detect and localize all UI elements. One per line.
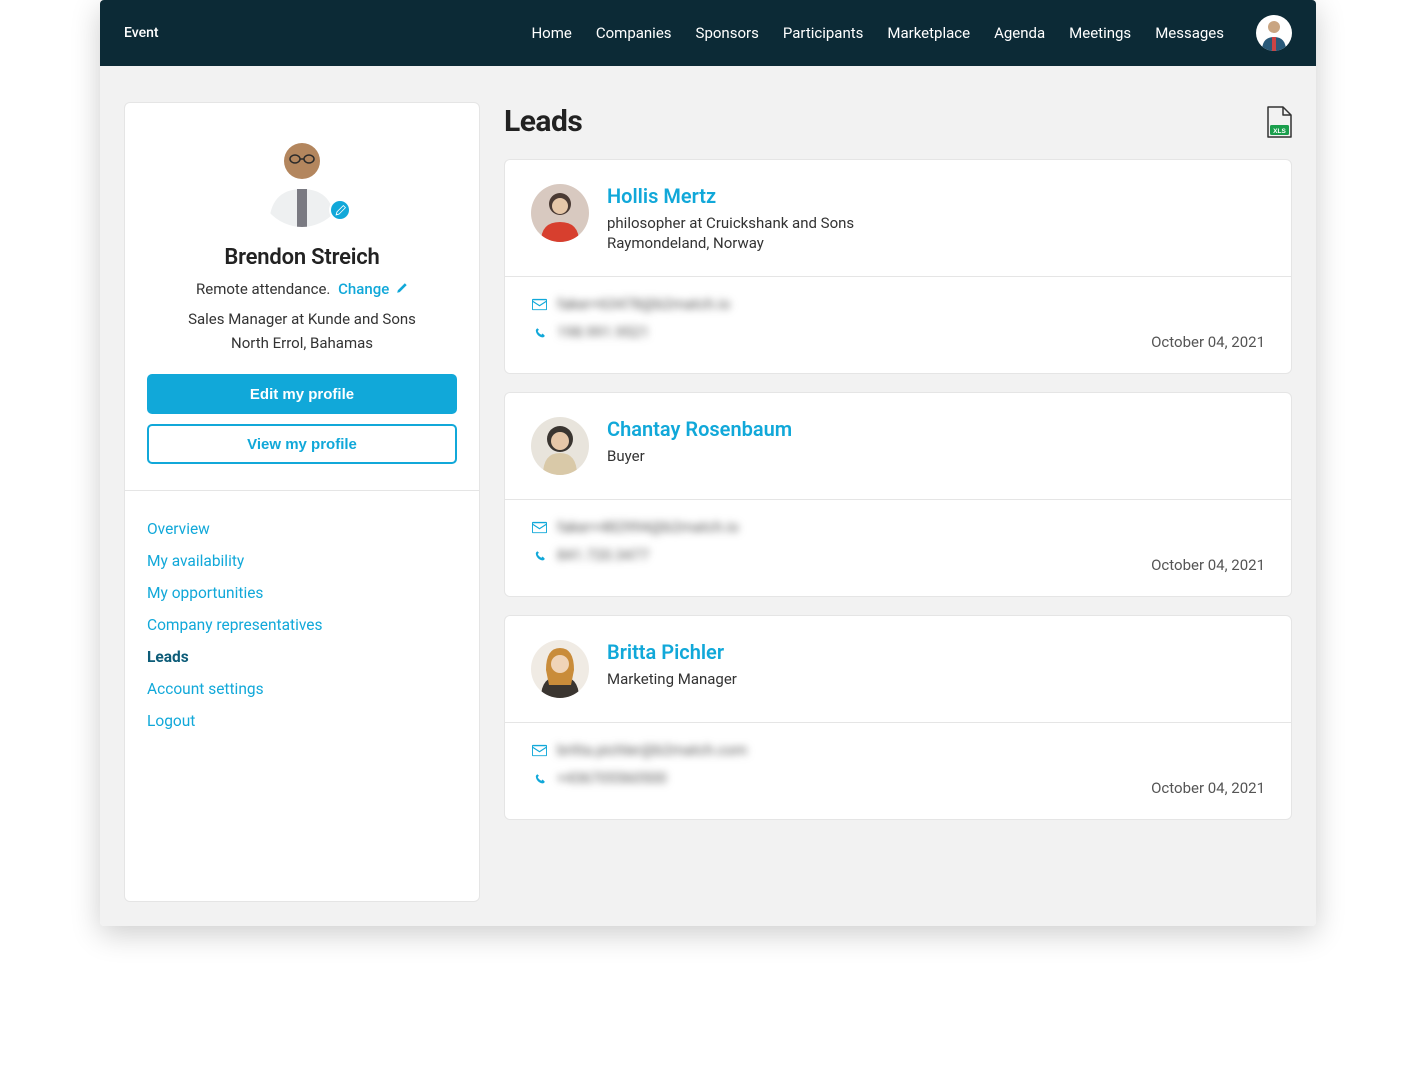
sidebar-menu: Overview My availability My opportunitie… [125,491,479,767]
sidebar-item-opportunities[interactable]: My opportunities [147,577,457,609]
lead-email: britta.pichler@b2match.com [557,741,747,759]
nav-participants[interactable]: Participants [783,24,864,42]
phone-icon [531,326,547,339]
avatar [531,417,589,475]
lead-name-link[interactable]: Hollis Mertz [607,184,854,208]
lead-location: Raymondeland, Norway [607,234,854,252]
change-attendance-link[interactable]: Change [338,280,408,298]
pencil-icon[interactable] [329,199,351,221]
sidebar-item-account-settings[interactable]: Account settings [147,673,457,705]
attendance-label: Remote attendance. [196,280,330,298]
sidebar-item-company-reps[interactable]: Company representatives [147,609,457,641]
lead-phone: +436705560500 [557,769,667,787]
lead-card: Chantay Rosenbaum Buyer faker+482994@b2m… [504,392,1292,597]
lead-date: October 04, 2021 [1151,333,1265,351]
page-title: Leads [504,104,582,139]
phone-icon [531,772,547,785]
edit-profile-button[interactable]: Edit my profile [147,374,457,414]
profile-location: North Errol, Bahamas [147,334,457,352]
lead-subtitle: Marketing Manager [607,670,737,688]
sidebar-item-leads[interactable]: Leads [147,641,457,673]
lead-card: Britta Pichler Marketing Manager britta.… [504,615,1292,820]
svg-text:XLS: XLS [1273,128,1286,135]
profile-name: Brendon Streich [147,245,457,270]
lead-email: faker+482994@b2match.io [557,518,739,536]
nav-agenda[interactable]: Agenda [994,24,1045,42]
lead-phone: 841.720.3477 [557,546,649,564]
phone-icon [531,549,547,562]
email-icon [531,744,547,757]
email-icon [531,298,547,311]
sidebar-item-overview[interactable]: Overview [147,513,457,545]
lead-card: Hollis Mertz philosopher at Cruickshank … [504,159,1292,374]
avatar [531,640,589,698]
export-xls-icon[interactable]: XLS [1266,106,1292,138]
lead-name-link[interactable]: Britta Pichler [607,640,737,664]
brand-text: Event [124,25,159,41]
nav-companies[interactable]: Companies [596,24,672,42]
avatar [531,184,589,242]
content: Leads XLS Hollis Mer [504,102,1292,902]
lead-subtitle: Buyer [607,447,792,465]
top-nav: Home Companies Sponsors Participants Mar… [531,15,1292,51]
profile-avatar [255,123,349,227]
avatar[interactable] [1256,15,1292,51]
nav-marketplace[interactable]: Marketplace [887,24,970,42]
lead-subtitle: philosopher at Cruickshank and Sons [607,214,854,232]
lead-email: faker+63478@b2match.io [557,295,730,313]
sidebar-item-logout[interactable]: Logout [147,705,457,737]
lead-phone: 198.991.9521 [557,323,649,341]
email-icon [531,521,547,534]
view-profile-button[interactable]: View my profile [147,424,457,464]
sidebar-card: Brendon Streich Remote attendance. Chang… [124,102,480,902]
header: Event Home Companies Sponsors Participan… [100,0,1316,66]
profile-role: Sales Manager at Kunde and Sons [147,310,457,328]
lead-date: October 04, 2021 [1151,779,1265,797]
lead-name-link[interactable]: Chantay Rosenbaum [607,417,792,441]
sidebar-item-availability[interactable]: My availability [147,545,457,577]
nav-sponsors[interactable]: Sponsors [696,24,759,42]
main: Brendon Streich Remote attendance. Chang… [100,66,1316,926]
lead-date: October 04, 2021 [1151,556,1265,574]
nav-home[interactable]: Home [531,24,571,42]
nav-messages[interactable]: Messages [1155,24,1224,42]
nav-meetings[interactable]: Meetings [1069,24,1131,42]
